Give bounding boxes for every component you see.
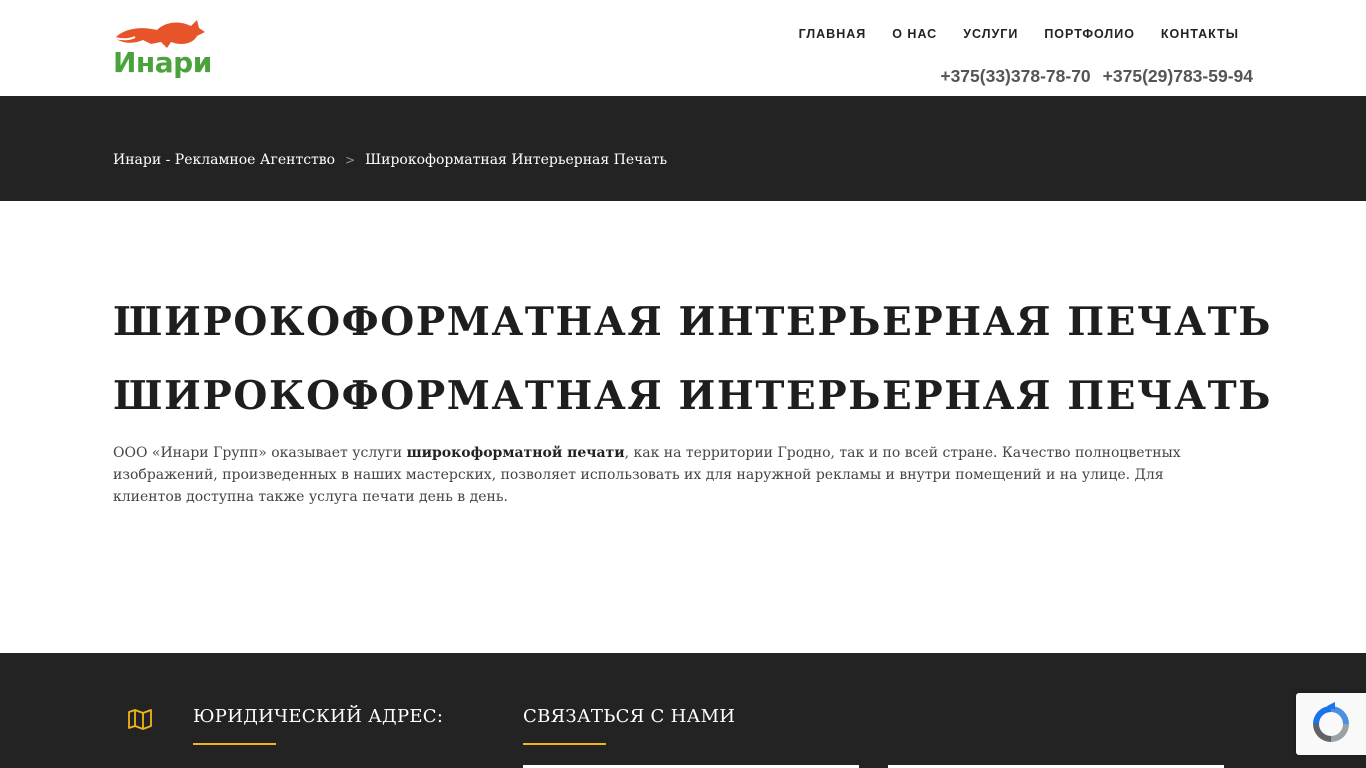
breadcrumb-separator: > <box>345 153 356 167</box>
header-phones: +375(33)378-78-70 +375(29)783-59-94 <box>940 65 1253 87</box>
map-icon <box>128 709 152 730</box>
contact-heading: СВЯЗАТЬСЯ С НАМИ <box>523 706 736 727</box>
nav-item-about[interactable]: О НАС <box>892 26 937 42</box>
breadcrumb-band: Инари - Рекламное Агентство > Широкоформ… <box>0 96 1366 201</box>
breadcrumb-home-link[interactable]: Инари - Рекламное Агентство <box>113 152 335 168</box>
intro-text-start: ООО «Инари Групп» оказывает услуги <box>113 445 407 461</box>
phone-link-1[interactable]: +375(33)378-78-70 <box>940 65 1090 87</box>
nav-item-portfolio[interactable]: ПОРТФОЛИО <box>1044 26 1135 42</box>
main-nav: ГЛАВНАЯ О НАС УСЛУГИ ПОРТФОЛИО КОНТАКТЫ <box>773 26 1239 42</box>
site-logo[interactable]: Инари <box>113 16 212 79</box>
recaptcha-icon <box>1313 702 1349 742</box>
nav-item-services[interactable]: УСЛУГИ <box>963 26 1018 42</box>
recaptcha-badge[interactable] <box>1296 693 1366 755</box>
fox-logo-icon <box>114 20 205 48</box>
address-heading: ЮРИДИЧЕСКИЙ АДРЕС: <box>193 706 444 727</box>
intro-text-bold: широкоформатной печати <box>406 445 625 461</box>
intro-paragraph: ООО «Инари Групп» оказывает услуги широк… <box>113 442 1233 508</box>
nav-item-contacts[interactable]: КОНТАКТЫ <box>1161 26 1239 42</box>
breadcrumb-current: Широкоформатная Интерьерная Печать <box>365 152 668 168</box>
breadcrumb: Инари - Рекламное Агентство > Широкоформ… <box>113 152 667 168</box>
nav-item-home[interactable]: ГЛАВНАЯ <box>799 26 867 42</box>
page-subtitle: ШИРОКОФОРМАТНАЯ ИНТЕРЬЕРНАЯ ПЕЧАТЬ <box>113 373 1273 419</box>
site-footer: ЮРИДИЧЕСКИЙ АДРЕС: СВЯЗАТЬСЯ С НАМИ <box>0 653 1366 768</box>
contact-heading-underline <box>523 743 606 745</box>
phone-link-2[interactable]: +375(29)783-59-94 <box>1103 65 1253 87</box>
site-header: Инари ГЛАВНАЯ О НАС УСЛУГИ ПОРТФОЛИО КОН… <box>0 0 1366 96</box>
logo-text: Инари <box>113 46 212 79</box>
page-title: ШИРОКОФОРМАТНАЯ ИНТЕРЬЕРНАЯ ПЕЧАТЬ <box>113 299 1273 345</box>
address-heading-underline <box>193 743 276 745</box>
